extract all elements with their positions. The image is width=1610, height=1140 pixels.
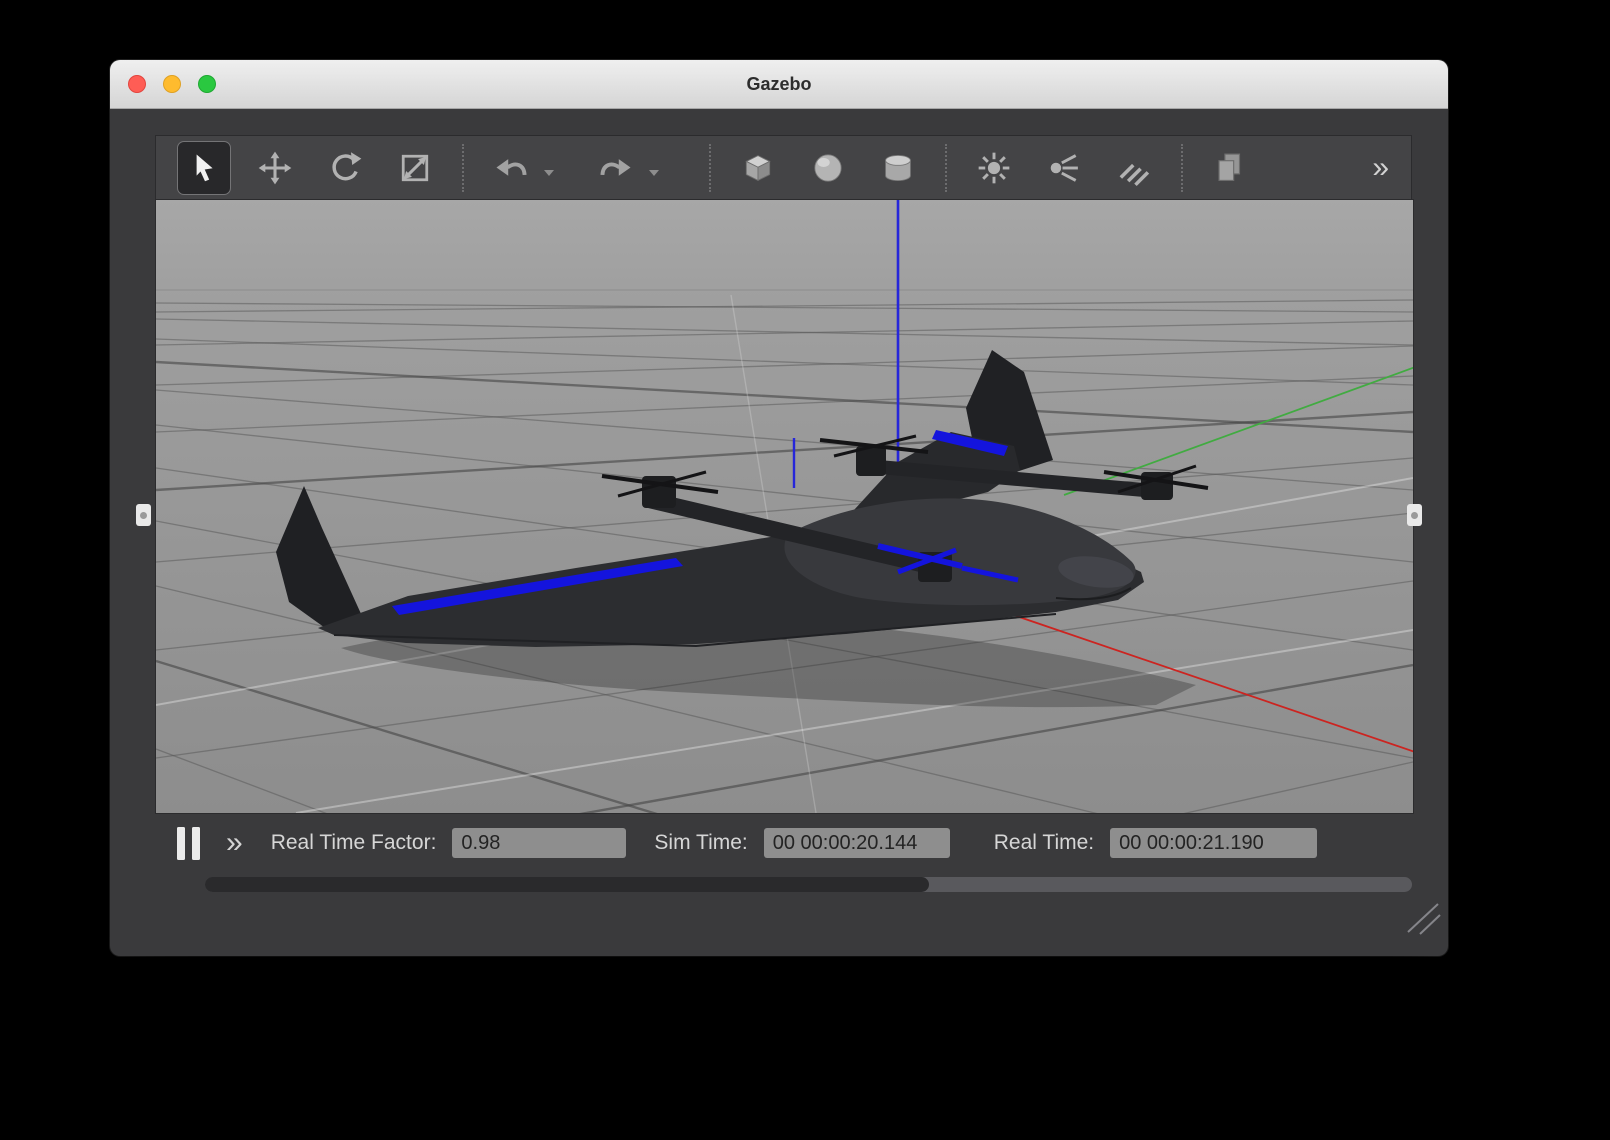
undo-button[interactable] <box>485 142 537 194</box>
real-time-value: 00 00:00:21.190 <box>1110 828 1317 858</box>
point-light-icon <box>975 149 1013 187</box>
scale-tool-button[interactable] <box>389 142 441 194</box>
box-icon <box>739 149 777 187</box>
titlebar[interactable]: Gazebo <box>110 60 1448 109</box>
pause-button[interactable] <box>177 827 200 860</box>
toolbar-separator <box>1181 144 1183 192</box>
gazebo-window: Gazebo <box>110 60 1448 956</box>
right-pane-splitter-handle[interactable] <box>1407 504 1422 526</box>
sky-ground <box>156 200 1413 813</box>
directional-light-button[interactable] <box>1108 142 1160 194</box>
redo-dropdown-caret[interactable] <box>649 170 659 176</box>
rotate-tool-button[interactable] <box>319 142 371 194</box>
splitter-dot <box>1411 512 1418 519</box>
pause-bar <box>192 827 200 860</box>
sphere-icon <box>809 149 847 187</box>
real-time-factor-value: 0.98 <box>452 828 626 858</box>
redo-icon <box>598 150 634 186</box>
statusbar-expand-button[interactable]: » <box>226 828 243 858</box>
left-pane-splitter-handle[interactable] <box>136 504 151 526</box>
splitter-dot <box>140 512 147 519</box>
translate-tool-button[interactable] <box>249 142 301 194</box>
render-viewport[interactable] <box>155 199 1414 814</box>
window-resize-grip[interactable] <box>1400 898 1444 938</box>
point-light-button[interactable] <box>968 142 1020 194</box>
toolbar: » <box>155 135 1412 199</box>
toolbar-separator <box>945 144 947 192</box>
insert-box-button[interactable] <box>732 142 784 194</box>
traffic-lights <box>128 60 216 108</box>
minimize-button[interactable] <box>163 75 181 93</box>
scale-icon <box>397 150 433 186</box>
sim-time-value: 00 00:00:20.144 <box>764 828 950 858</box>
real-time-factor-label: Real Time Factor: <box>271 831 437 855</box>
undo-icon <box>493 150 529 186</box>
horizontal-scrollbar-thumb[interactable] <box>205 877 929 892</box>
rotate-icon <box>327 150 363 186</box>
undo-dropdown-caret[interactable] <box>544 170 554 176</box>
toolbar-overflow-button[interactable]: » <box>1372 153 1389 183</box>
copy-icon <box>1211 149 1249 187</box>
redo-button[interactable] <box>590 142 642 194</box>
window-title: Gazebo <box>746 74 811 95</box>
insert-cylinder-button[interactable] <box>872 142 924 194</box>
sim-time-label: Sim Time: <box>654 831 747 855</box>
toolbar-separator <box>709 144 711 192</box>
spot-light-button[interactable] <box>1038 142 1090 194</box>
pause-bar <box>177 827 185 860</box>
real-time-label: Real Time: <box>994 831 1094 855</box>
translate-icon <box>257 150 293 186</box>
select-tool-button[interactable] <box>177 141 231 195</box>
statusbar: » Real Time Factor: 0.98 Sim Time: 00 00… <box>155 813 1412 873</box>
toolbar-separator <box>462 144 464 192</box>
insert-sphere-button[interactable] <box>802 142 854 194</box>
copy-button[interactable] <box>1204 142 1256 194</box>
cursor-arrow-icon <box>188 152 220 184</box>
close-button[interactable] <box>128 75 146 93</box>
directional-light-icon <box>1115 149 1153 187</box>
spot-light-icon <box>1045 149 1083 187</box>
horizontal-scrollbar-track[interactable] <box>205 877 1412 892</box>
zoom-button[interactable] <box>198 75 216 93</box>
cylinder-icon <box>879 149 917 187</box>
scene-canvas <box>156 200 1413 813</box>
